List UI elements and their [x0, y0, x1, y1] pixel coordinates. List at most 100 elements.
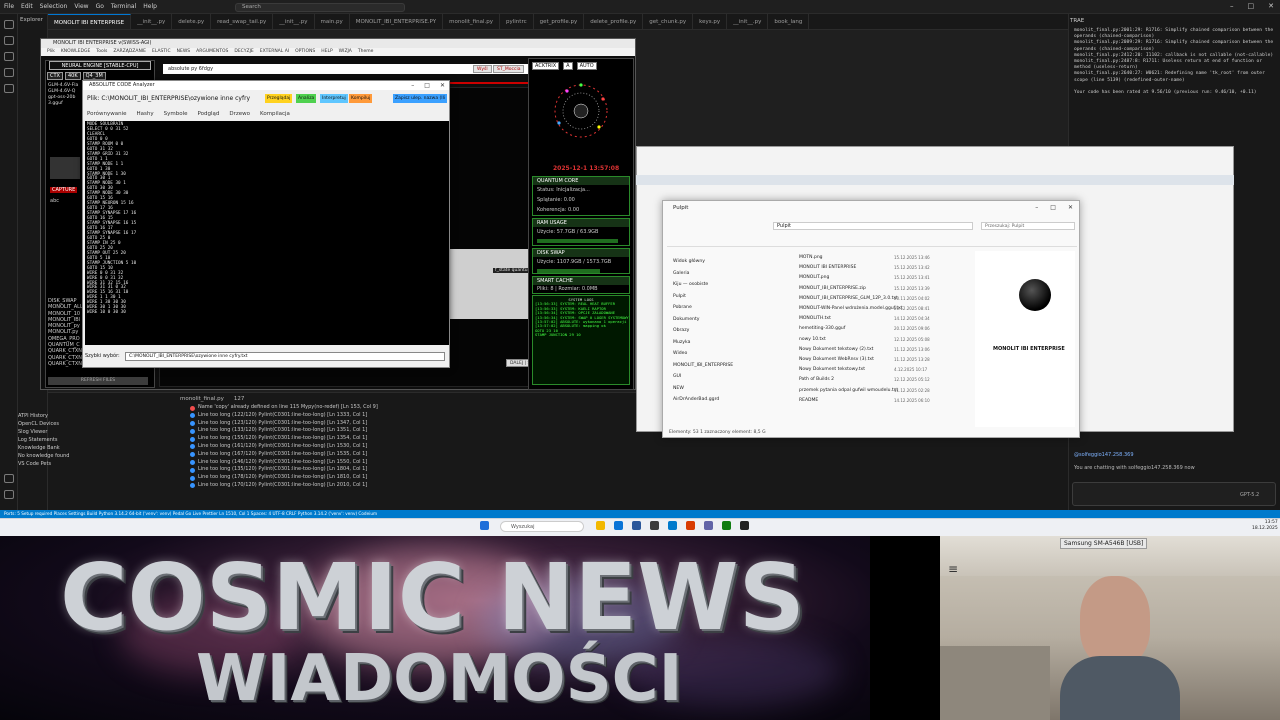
file-path[interactable]: C:\MONOLIT_IBI_ENTERPRISE\ozywione inne …: [101, 95, 250, 102]
menu-item[interactable]: Terminal: [111, 3, 136, 10]
file-row[interactable]: MONOLIT.png: [799, 273, 961, 283]
editor-tab[interactable]: monolit_final.py: [443, 14, 500, 29]
close-icon[interactable]: ✕: [1068, 204, 1073, 211]
quantum-button[interactable]: ACKTRIX: [532, 62, 560, 70]
file-row[interactable]: Nowy Dokument tekstowy.txt: [799, 365, 961, 375]
nav-item[interactable]: Obrazy: [673, 325, 785, 337]
close-icon[interactable]: ✕: [440, 82, 445, 89]
search-icon[interactable]: [4, 36, 14, 45]
problem-row[interactable]: Line too long (155/120) Pylint(C0301:lin…: [190, 435, 490, 443]
quantum-button[interactable]: A: [563, 62, 573, 70]
app-menu-item[interactable]: NEWS: [177, 48, 191, 56]
analyzer-tab[interactable]: Kompilacja: [260, 111, 290, 117]
menu-item[interactable]: View: [74, 3, 88, 10]
nav-item[interactable]: Galeria: [673, 268, 785, 280]
app-menu-item[interactable]: KNOWLEDGE: [61, 48, 90, 56]
taskbar-clock[interactable]: 13:57 18.12.2025: [1252, 520, 1278, 532]
editor-tab[interactable]: __init__.py: [131, 14, 173, 29]
capture-button[interactable]: CAPTURE: [50, 187, 78, 193]
problem-row[interactable]: Line too long (167/120) Pylint(C0301:lin…: [190, 451, 490, 459]
sidebar-section[interactable]: ATPI History: [18, 412, 178, 420]
editor-tab[interactable]: keys.py: [693, 14, 728, 29]
model-item[interactable]: 3.gguf: [48, 101, 84, 107]
minimize-icon[interactable]: –: [411, 82, 414, 89]
bottom-tab[interactable]: 127: [234, 396, 245, 402]
problem-row[interactable]: Name 'copy' already defined on line 115 …: [190, 404, 490, 412]
address-bar[interactable]: Pulpit: [773, 222, 973, 230]
file-row[interactable]: hemetiting-330.gguf: [799, 324, 961, 334]
app-menu-item[interactable]: ARGUMENTOS: [196, 48, 228, 56]
nav-item[interactable]: Muzyka: [673, 337, 785, 349]
file-row[interactable]: Nowy Dokument tekstowy (2).txt: [799, 345, 961, 355]
file-row[interactable]: README: [799, 396, 961, 406]
app-icon[interactable]: [740, 521, 749, 530]
ctx-option[interactable]: CTX: [47, 72, 63, 80]
app-menu-item[interactable]: Plik: [47, 48, 55, 56]
analyzer-tab[interactable]: Porównywanie: [87, 111, 127, 117]
sidebar-section[interactable]: Slog Viewer: [18, 428, 178, 436]
minimize-icon[interactable]: –: [1230, 2, 1234, 10]
sidebar-section[interactable]: Knowledge Bank: [18, 444, 178, 452]
file-row[interactable]: Path of Builds 2: [799, 375, 961, 385]
action-chip[interactable]: Przeglądaj: [265, 94, 293, 103]
chat-user[interactable]: @solfeggio147.258.369: [1074, 452, 1134, 458]
menu-item[interactable]: Help: [143, 3, 157, 10]
code-view[interactable]: MODE SOULBRAIN SELECT 0 0 31 52 CLEARCL …: [85, 121, 449, 345]
app-icon[interactable]: [686, 521, 695, 530]
nav-item[interactable]: AirDrAnderBad.ggrd: [673, 394, 785, 406]
app-icon[interactable]: [722, 521, 731, 530]
app-menu-item[interactable]: HELP: [321, 48, 332, 56]
action-chip[interactable]: Interpretuj: [320, 94, 348, 103]
menu-item[interactable]: Edit: [21, 3, 33, 10]
start-icon[interactable]: [480, 521, 489, 530]
hamburger-icon[interactable]: ≡: [948, 562, 958, 576]
quantum-button[interactable]: AUTO: [576, 62, 597, 70]
nav-item[interactable]: GUI: [673, 371, 785, 383]
send-button[interactable]: Wyśl: [473, 65, 492, 73]
editor-tab[interactable]: main.py: [315, 14, 350, 29]
files-icon[interactable]: [4, 20, 14, 29]
maximize-icon[interactable]: □: [424, 82, 430, 89]
file-row[interactable]: Nowy Dokument WebRnsv (3).txt: [799, 355, 961, 365]
editor-tab[interactable]: __init__.py: [273, 14, 315, 29]
action-chip[interactable]: Kompiluj: [349, 94, 373, 103]
refresh-files-button[interactable]: REFRESH FILES: [48, 377, 148, 385]
mode-button[interactable]: ST_Moccia: [493, 65, 525, 73]
command-search[interactable]: Search: [235, 3, 405, 12]
editor-tab[interactable]: book_lang: [768, 14, 810, 29]
maximize-icon[interactable]: □: [1050, 204, 1056, 211]
nav-item[interactable]: MONOLIT_IBI_ENTERPRISE: [673, 360, 785, 372]
vscode-icon[interactable]: [668, 521, 677, 530]
problem-row[interactable]: Line too long (135/120) Pylint(C0301:lin…: [190, 466, 490, 474]
analyzer-tab[interactable]: Podgląd: [198, 111, 220, 117]
menu-item[interactable]: Selection: [40, 3, 68, 10]
dialog-search[interactable]: Przeszukaj: Pulpit: [981, 222, 1075, 230]
file-row[interactable]: MONOLIT_IBI_ENTERPRISE.zip: [799, 284, 961, 294]
ctx-option[interactable]: 40K: [64, 72, 81, 80]
sidebar-section[interactable]: Log Statements: [18, 436, 178, 444]
problem-row[interactable]: Line too long (161/120) Pylint(C0301:lin…: [190, 443, 490, 451]
app-menu-item[interactable]: DECYZJE: [234, 48, 253, 56]
editor-tab[interactable]: pylintrc: [500, 14, 534, 29]
nav-item[interactable]: Wideo: [673, 348, 785, 360]
ctx-selector[interactable]: CTX 40K Q4_3M: [47, 72, 106, 80]
problem-row[interactable]: Line too long (122/120) Pylint(C0301:lin…: [190, 412, 490, 420]
file-row[interactable]: MOTN.png: [799, 253, 961, 263]
save-path-field[interactable]: C:\MONOLIT_IBI_ENTERPRISE\ozywione inne …: [125, 352, 445, 361]
problem-row[interactable]: Line too long (170/120) Pylint(C0301:lin…: [190, 482, 490, 490]
editor-tab[interactable]: MONOLIT_IBI_ENTERPRISE.PY: [350, 14, 444, 29]
terminal-icon[interactable]: [650, 521, 659, 530]
folder-icon[interactable]: [596, 521, 605, 530]
editor-tab[interactable]: delete.py: [172, 14, 212, 29]
editor-tab[interactable]: delete_profile.py: [584, 14, 644, 29]
problem-row[interactable]: Line too long (178/120) Pylint(C0301:lin…: [190, 474, 490, 482]
run-debug-icon[interactable]: [4, 68, 14, 77]
app-menu-item[interactable]: ZARZĄDZANIE: [113, 48, 146, 56]
analyzer-tab[interactable]: Hashy: [137, 111, 154, 117]
file-row[interactable]: MONOLIT IBI ENTERPRISE: [799, 263, 961, 273]
nav-item[interactable]: Pobrane: [673, 302, 785, 314]
source-control-icon[interactable]: [4, 52, 14, 61]
editor-tab[interactable]: MONOLIT IBI ENTERPRISE: [48, 14, 132, 29]
sidebar-section[interactable]: No knowledge found: [18, 452, 178, 460]
problem-row[interactable]: Line too long (146/120) Pylint(C0301:lin…: [190, 459, 490, 467]
